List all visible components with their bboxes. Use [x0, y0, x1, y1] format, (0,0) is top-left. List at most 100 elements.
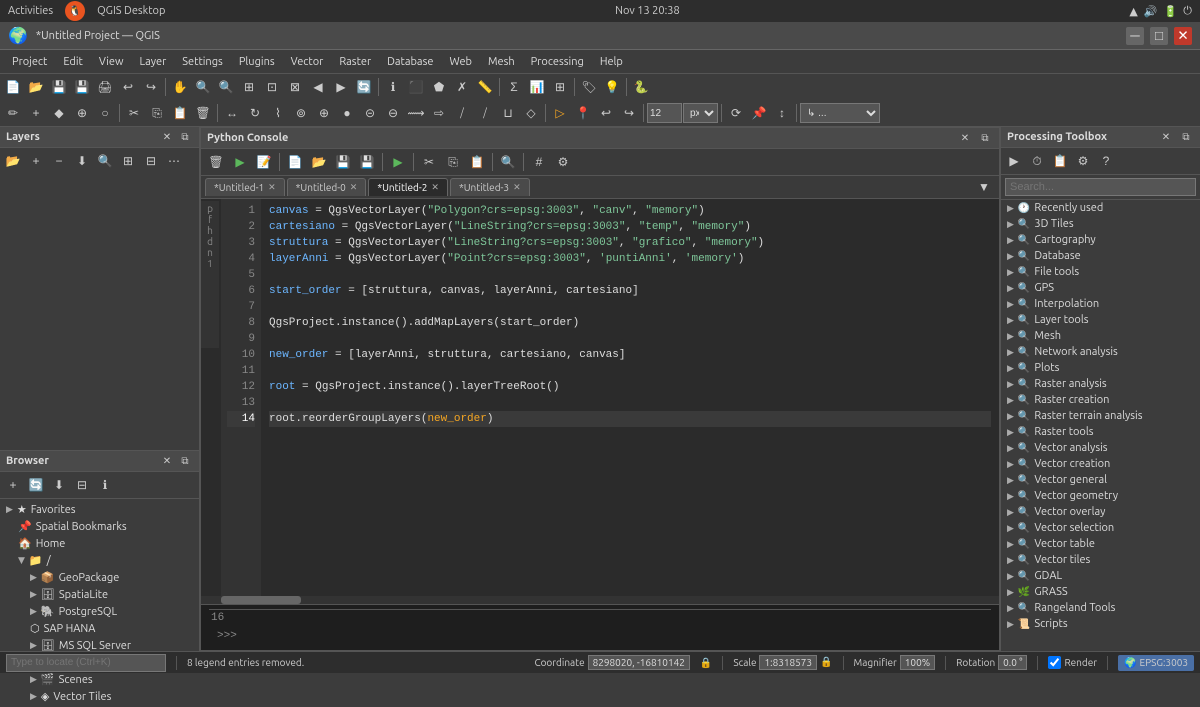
toolbox-network-analysis[interactable]: ▶ 🔍 Network analysis — [1001, 344, 1200, 360]
toolbox-rangeland[interactable]: ▶ 🔍 Rangeland Tools — [1001, 600, 1200, 616]
toolbox-3d-tiles[interactable]: ▶ 🔍 3D Tiles — [1001, 216, 1200, 232]
toolbox-raster-tools[interactable]: ▶ 🔍 Raster tools — [1001, 424, 1200, 440]
gpx-btn[interactable]: ▷ — [549, 102, 571, 124]
browser-geopackage[interactable]: ▶ 📦 GeoPackage — [2, 569, 197, 586]
toolbox-cartography[interactable]: ▶ 🔍 Cartography — [1001, 232, 1200, 248]
filter-legend-btn[interactable]: 🔍 — [94, 150, 116, 172]
layer-label-btn[interactable]: 🏷 — [578, 76, 600, 98]
code-editor[interactable]: canvas = QgsVectorLayer("Polygon?crs=eps… — [261, 199, 999, 596]
browser-scenes[interactable]: ▶ 🎬 Scenes — [2, 671, 197, 688]
reshape-btn[interactable]: ⟿ — [405, 102, 427, 124]
field-calc-btn[interactable]: ⊞ — [549, 76, 571, 98]
open-project-btn[interactable]: 📂 — [25, 76, 47, 98]
toolbox-raster-analysis[interactable]: ▶ 🔍 Raster analysis — [1001, 376, 1200, 392]
browser-vector-tiles[interactable]: ▶ ◈ Vector Tiles — [2, 688, 197, 705]
toolbox-layer-tools[interactable]: ▶ 🔍 Layer tools — [1001, 312, 1200, 328]
browser-spatialite[interactable]: ▶ 🗄 SpatiaLite — [2, 586, 197, 603]
tab3-close[interactable]: ✕ — [513, 182, 521, 193]
layers-float-btn[interactable]: ⧉ — [177, 129, 193, 145]
toolbox-gdal[interactable]: ▶ 🔍 GDAL — [1001, 568, 1200, 584]
digitize-btn[interactable]: ◆ — [48, 102, 70, 124]
browser-float-btn[interactable]: ⧉ — [177, 453, 193, 469]
toolbox-vector-creation[interactable]: ▶ 🔍 Vector creation — [1001, 456, 1200, 472]
menu-project[interactable]: Project — [4, 54, 55, 70]
zoom-full-btn[interactable]: ⊞ — [238, 76, 260, 98]
menu-settings[interactable]: Settings — [174, 54, 231, 70]
select-polygon-btn[interactable]: ⬟ — [428, 76, 450, 98]
browser-collapse-btn[interactable]: ⊟ — [71, 474, 93, 496]
epsg-container[interactable]: 🌍 EPSG:3003 — [1118, 655, 1194, 671]
menu-raster[interactable]: Raster — [331, 54, 379, 70]
toolbox-vector-analysis[interactable]: ▶ 🔍 Vector analysis — [1001, 440, 1200, 456]
delete-part-btn[interactable]: ⊖ — [382, 102, 404, 124]
toolbox-vector-overlay[interactable]: ▶ 🔍 Vector overlay — [1001, 504, 1200, 520]
menu-plugins[interactable]: Plugins — [231, 54, 283, 70]
split-features-btn[interactable]: ⧸ — [451, 102, 473, 124]
toolbox-history-btn[interactable]: ⏱ — [1026, 150, 1048, 172]
tab-untitled2[interactable]: *Untitled-2 ✕ — [368, 178, 448, 196]
undo-btn[interactable]: ↩ — [117, 76, 139, 98]
ubuntu-logo[interactable]: 🐧 — [65, 1, 85, 21]
console-close-btn[interactable]: ✕ — [957, 130, 973, 146]
toolbox-vector-selection[interactable]: ▶ 🔍 Vector selection — [1001, 520, 1200, 536]
toolbox-help-btn[interactable]: ? — [1095, 150, 1117, 172]
render-checkbox[interactable] — [1048, 656, 1061, 669]
snap-btn[interactable]: ⊕ — [71, 102, 93, 124]
split-parts-btn[interactable]: ⧸ — [474, 102, 496, 124]
browser-mssql[interactable]: ▶ 🗄 MS SQL Server — [2, 637, 197, 654]
tab1-close[interactable]: ✕ — [268, 182, 276, 193]
tab-untitled3[interactable]: *Untitled-3 ✕ — [450, 178, 530, 196]
offset-btn[interactable]: ⇨ — [428, 102, 450, 124]
sum-btn[interactable]: Σ — [503, 76, 525, 98]
tab-untitled0[interactable]: *Untitled-0 ✕ — [287, 178, 367, 196]
zoom-in-btn[interactable]: 🔍 — [192, 76, 214, 98]
refresh-btn[interactable]: 🔄 — [353, 76, 375, 98]
toolbox-mesh[interactable]: ▶ 🔍 Mesh — [1001, 328, 1200, 344]
menu-vector[interactable]: Vector — [283, 54, 332, 70]
tab-dropdown-btn[interactable]: ▼ — [973, 176, 995, 198]
filter-layer-btn[interactable]: ⬇ — [71, 150, 93, 172]
add-feature-btn[interactable]: + — [25, 102, 47, 124]
run-btn[interactable]: ▶ — [387, 151, 409, 173]
zoom-prev-btn[interactable]: ◀ — [307, 76, 329, 98]
edit-feature-btn[interactable]: ✏ — [2, 102, 24, 124]
cut-feature-btn[interactable]: ✂ — [123, 102, 145, 124]
clear-console-btn[interactable]: 🗑 — [205, 151, 227, 173]
close-button[interactable]: ✕ — [1174, 27, 1192, 45]
pan-btn[interactable]: ✋ — [169, 76, 191, 98]
font-size-input[interactable] — [647, 103, 682, 123]
expand-all-btn[interactable]: ⊞ — [117, 150, 139, 172]
more-layers-btn[interactable]: ⋯ — [163, 150, 185, 172]
paste-feature-btn[interactable]: 📋 — [169, 102, 191, 124]
toolbox-grass[interactable]: ▶ 🌿 GRASS — [1001, 584, 1200, 600]
zoom-out-btn[interactable]: 🔍 — [215, 76, 237, 98]
pin-label-btn[interactable]: 📌 — [748, 102, 770, 124]
toolbox-recently-used[interactable]: ▶ 🕐 Recently used — [1001, 200, 1200, 216]
add-ring-btn[interactable]: ⊚ — [290, 102, 312, 124]
browser-refresh-btn[interactable]: 🔄 — [25, 474, 47, 496]
menu-web[interactable]: Web — [441, 54, 480, 70]
browser-sap-hana[interactable]: ⬡ SAP HANA — [2, 620, 197, 637]
python-btn[interactable]: 🐍 — [630, 76, 652, 98]
save-project-btn[interactable]: 💾 — [48, 76, 70, 98]
delete-ring-btn[interactable]: ⊝ — [359, 102, 381, 124]
redo-btn[interactable]: ↪ — [140, 76, 162, 98]
toolbox-vector-general[interactable]: ▶ 🔍 Vector general — [1001, 472, 1200, 488]
toolbox-gps[interactable]: ▶ 🔍 GPS — [1001, 280, 1200, 296]
menu-view[interactable]: View — [91, 54, 132, 70]
undo-edit-btn[interactable]: ↩ — [595, 102, 617, 124]
browser-postgresql[interactable]: ▶ 🐘 PostgreSQL — [2, 603, 197, 620]
select-rect-btn[interactable]: ⬛ — [405, 76, 427, 98]
tips-btn[interactable]: 💡 — [601, 76, 623, 98]
minimize-button[interactable]: ─ — [1126, 27, 1144, 45]
browser-close-btn[interactable]: ✕ — [159, 453, 175, 469]
delete-feature-btn[interactable]: 🗑 — [192, 102, 214, 124]
toolbox-plots[interactable]: ▶ 🔍 Plots — [1001, 360, 1200, 376]
browser-spatial-bookmarks[interactable]: 📌 Spatial Bookmarks — [2, 518, 197, 535]
measure-btn[interactable]: 📏 — [474, 76, 496, 98]
deselect-btn[interactable]: ✗ — [451, 76, 473, 98]
menu-processing[interactable]: Processing — [523, 54, 592, 70]
menu-database[interactable]: Database — [379, 54, 441, 70]
browser-root[interactable]: ▼ 📁 / — [2, 552, 197, 569]
rotate-btn[interactable]: ↻ — [244, 102, 266, 124]
